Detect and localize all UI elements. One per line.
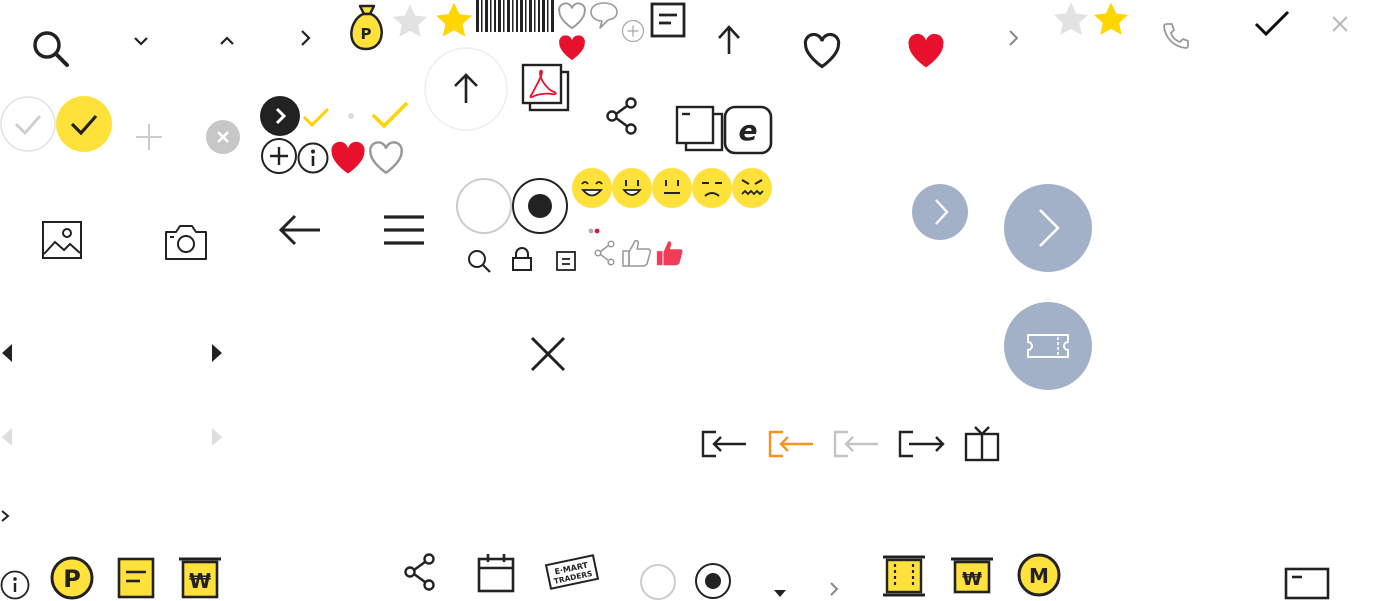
thumbs-up-filled-icon[interactable] bbox=[655, 238, 685, 268]
camera-icon[interactable] bbox=[163, 222, 209, 262]
arrow-left-icon[interactable] bbox=[278, 212, 322, 248]
point-badge-label: P bbox=[63, 565, 81, 593]
plus-thin-icon[interactable] bbox=[134, 122, 164, 152]
search-small-icon[interactable] bbox=[466, 248, 492, 274]
won-pocket-label: ₩ bbox=[189, 569, 211, 593]
point-badge-icon: P bbox=[50, 556, 96, 600]
heart-filled-icon[interactable] bbox=[904, 32, 948, 70]
next-circle-slate-large-icon[interactable] bbox=[1004, 184, 1092, 272]
emart-traders-logo: E·MART TRADERS bbox=[544, 552, 600, 592]
logout-icon[interactable] bbox=[897, 428, 947, 460]
indicator-dots-icon bbox=[588, 228, 602, 234]
scroll-top-button[interactable] bbox=[423, 45, 509, 131]
star-empty-icon[interactable] bbox=[389, 2, 431, 42]
gallery-icon[interactable] bbox=[40, 218, 84, 262]
check-yellow-small-icon bbox=[302, 106, 330, 128]
heart-filled-small-icon[interactable] bbox=[556, 34, 588, 62]
share-small-icon[interactable] bbox=[594, 240, 616, 266]
point-pouch-icon: P bbox=[344, 3, 390, 51]
chevron-right-small-icon[interactable] bbox=[0, 508, 10, 524]
chevron-up-icon[interactable] bbox=[218, 34, 236, 48]
memo-small-icon[interactable] bbox=[555, 250, 577, 272]
next-circle-dark-icon[interactable] bbox=[260, 96, 300, 136]
caret-left-light-icon[interactable] bbox=[0, 426, 14, 448]
check-icon[interactable] bbox=[1252, 8, 1292, 40]
check-circle-filled-icon[interactable] bbox=[56, 96, 112, 152]
m-badge-icon: M bbox=[1016, 552, 1062, 598]
caret-right-icon[interactable] bbox=[210, 342, 224, 364]
radio-unchecked-small-icon[interactable] bbox=[639, 563, 677, 601]
memo-icon[interactable] bbox=[650, 2, 686, 38]
chevron-right-gray-icon[interactable] bbox=[1006, 28, 1020, 48]
emoji-sad-icon[interactable] bbox=[691, 167, 733, 209]
info-circle-icon[interactable] bbox=[297, 142, 329, 174]
gift-icon[interactable] bbox=[962, 424, 1002, 462]
next-circle-slate-small-icon[interactable] bbox=[912, 184, 968, 240]
chevron-right-gray-icon[interactable] bbox=[828, 580, 840, 598]
won-pocket-icon: ₩ bbox=[950, 556, 994, 596]
close-icon[interactable] bbox=[528, 334, 568, 374]
caret-down-icon[interactable] bbox=[772, 588, 788, 598]
lock-icon[interactable] bbox=[511, 246, 533, 272]
ticket-circle-icon[interactable] bbox=[1004, 302, 1092, 390]
star-filled-icon[interactable] bbox=[432, 0, 476, 42]
heart-outline-icon[interactable] bbox=[366, 140, 406, 176]
radio-checked-small-icon[interactable] bbox=[694, 562, 732, 600]
pdf-icon[interactable] bbox=[520, 62, 572, 114]
chevron-right-icon[interactable] bbox=[298, 28, 312, 48]
m-badge-label: M bbox=[1029, 564, 1049, 588]
share-icon[interactable] bbox=[402, 552, 438, 592]
dot-icon bbox=[347, 112, 355, 120]
phone-icon[interactable] bbox=[1160, 20, 1192, 52]
window-icon[interactable] bbox=[1284, 566, 1330, 600]
search-icon[interactable] bbox=[30, 28, 70, 68]
star-filled-icon[interactable] bbox=[1090, 0, 1132, 40]
caret-left-icon[interactable] bbox=[0, 342, 14, 364]
hamburger-menu-icon[interactable] bbox=[383, 214, 425, 246]
emoji-smile-icon[interactable] bbox=[611, 167, 653, 209]
heart-outline-small-icon[interactable] bbox=[556, 2, 588, 30]
login-gray-icon[interactable] bbox=[832, 428, 880, 460]
info-circle-small-icon[interactable] bbox=[0, 570, 30, 600]
arrow-up-icon[interactable] bbox=[716, 24, 742, 56]
thumbs-up-outline-icon[interactable] bbox=[621, 238, 653, 268]
check-yellow-icon bbox=[370, 100, 410, 130]
login-orange-icon[interactable] bbox=[767, 428, 815, 460]
coupon-ticket-icon bbox=[882, 554, 926, 598]
close-gray-icon[interactable] bbox=[1330, 14, 1350, 34]
heart-outline-icon[interactable] bbox=[800, 32, 844, 70]
login-icon[interactable] bbox=[700, 428, 748, 460]
won-pocket-label: ₩ bbox=[962, 569, 982, 590]
emoji-laughing-icon[interactable] bbox=[571, 167, 613, 209]
receipt-yellow-icon bbox=[116, 556, 156, 600]
e-badge-icon: e bbox=[723, 105, 773, 155]
share-icon[interactable] bbox=[604, 96, 640, 136]
calendar-icon[interactable] bbox=[476, 552, 516, 594]
star-empty-icon[interactable] bbox=[1050, 0, 1092, 40]
emoji-neutral-icon[interactable] bbox=[651, 167, 693, 209]
caret-right-light-icon[interactable] bbox=[210, 426, 224, 448]
add-circle-icon[interactable] bbox=[260, 138, 298, 174]
emoji-angry-icon[interactable] bbox=[731, 167, 773, 209]
won-pocket-icon: ₩ bbox=[178, 556, 222, 600]
point-pouch-label: P bbox=[361, 25, 372, 43]
e-badge-label: e bbox=[739, 114, 758, 147]
comment-bubble-icon[interactable] bbox=[588, 0, 620, 30]
heart-filled-icon[interactable] bbox=[328, 140, 368, 176]
clear-circle-icon[interactable] bbox=[206, 120, 240, 154]
copy-window-icon[interactable] bbox=[674, 104, 726, 154]
check-circle-empty-icon[interactable] bbox=[0, 96, 56, 152]
barcode-icon bbox=[476, 0, 556, 32]
plus-circle-small-icon[interactable] bbox=[621, 19, 645, 43]
radio-unchecked-icon[interactable] bbox=[455, 177, 513, 235]
radio-checked-icon[interactable] bbox=[511, 177, 569, 235]
chevron-down-icon[interactable] bbox=[132, 34, 150, 48]
